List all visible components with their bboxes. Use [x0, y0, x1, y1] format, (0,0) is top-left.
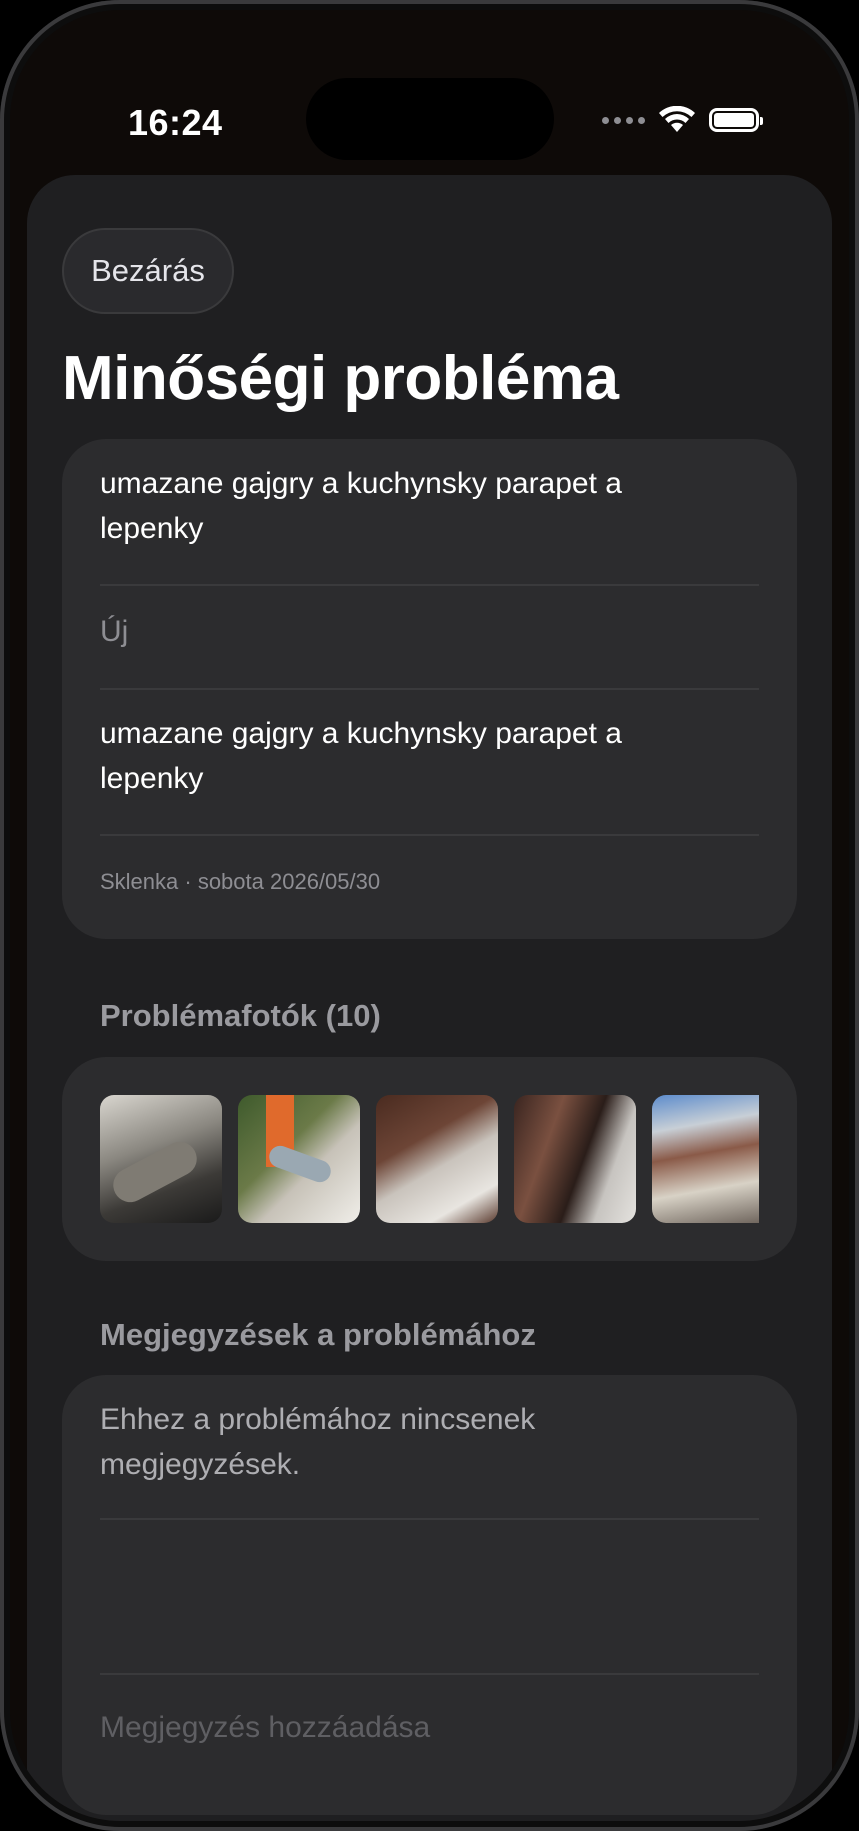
- photo-thumbnail[interactable]: [652, 1095, 759, 1223]
- photo-thumbnail[interactable]: [100, 1095, 222, 1223]
- status-time: 16:24: [128, 102, 223, 143]
- wifi-icon: [659, 106, 695, 132]
- issue-title: umazane gajgry a kuchynsky parapet a lep…: [100, 467, 622, 545]
- notes-card: Ehhez a problémához nincsenek megjegyzés…: [62, 1375, 797, 1815]
- notes-section-label: Megjegyzések a problémához: [100, 1317, 536, 1352]
- issue-meta: Sklenka · sobota 2026/05/30: [100, 869, 381, 894]
- divider: [100, 834, 759, 836]
- photos-section-label: Problémafotók (10): [100, 998, 381, 1033]
- battery-icon: [709, 108, 763, 132]
- divider: [100, 1518, 759, 1520]
- notes-empty-text: Ehhez a problémához nincsenek megjegyzés…: [100, 1403, 536, 1481]
- photo-thumbnail[interactable]: [376, 1095, 498, 1223]
- photo-thumbnail[interactable]: [238, 1095, 360, 1223]
- photos-card: [62, 1057, 797, 1261]
- screen: 16:24 Bezárás Minőségi probléma umazane …: [10, 10, 849, 1821]
- status-indicators: [602, 106, 763, 134]
- issue-description: umazane gajgry a kuchynsky parapet a lep…: [100, 717, 622, 795]
- page-title: Minőségi probléma: [62, 344, 619, 413]
- divider: [100, 584, 759, 586]
- issue-sheet: Bezárás Minőségi probléma umazane gajgry…: [27, 175, 832, 1821]
- cellular-signal-icon: [602, 116, 645, 124]
- divider: [100, 688, 759, 690]
- device-frame: 16:24 Bezárás Minőségi probléma umazane …: [0, 0, 859, 1831]
- dynamic-island: [306, 78, 554, 160]
- issue-info-card: umazane gajgry a kuchynsky parapet a lep…: [62, 439, 797, 939]
- add-note-input[interactable]: Megjegyzés hozzáadása: [100, 1711, 759, 1745]
- close-button[interactable]: Bezárás: [62, 228, 234, 314]
- photo-thumbnail[interactable]: [514, 1095, 636, 1223]
- photo-strip[interactable]: [100, 1095, 759, 1223]
- issue-status: Új: [100, 615, 129, 648]
- divider: [100, 1673, 759, 1675]
